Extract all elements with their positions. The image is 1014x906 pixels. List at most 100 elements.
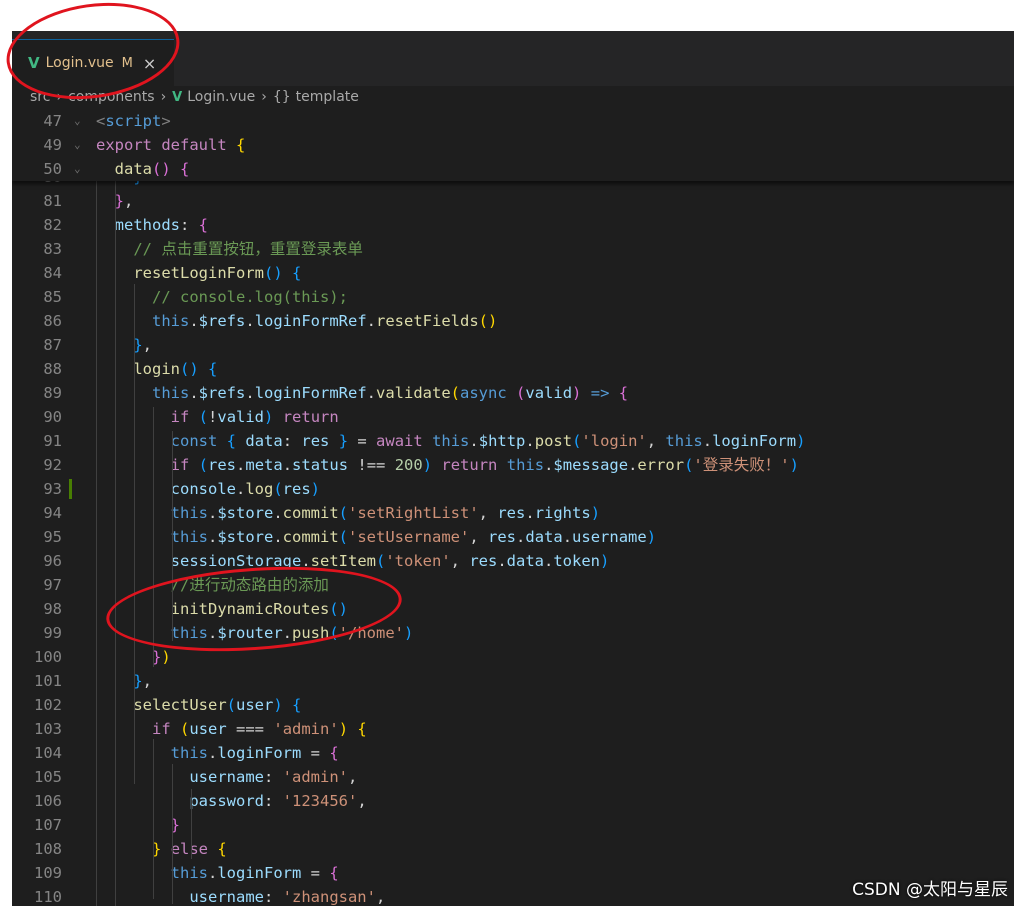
code-line[interactable]: 104 this.loginForm = { — [12, 741, 1014, 765]
code-text[interactable]: const { data: res } = await this.$http.p… — [96, 429, 806, 453]
braces-icon: {} — [272, 89, 291, 105]
line-number: 90 — [43, 408, 62, 426]
code-line[interactable]: 90 if (!valid) return — [12, 405, 1014, 429]
code-text[interactable]: resetLoginForm() { — [96, 261, 301, 285]
code-line[interactable]: 50 data() {⌄ — [12, 157, 1014, 181]
code-text[interactable]: export default { — [96, 133, 245, 157]
close-icon[interactable]: × — [143, 54, 156, 73]
code-text[interactable]: username: 'admin', — [96, 765, 357, 789]
code-line[interactable]: 83 // 点击重置按钮，重置登录表单 — [12, 237, 1014, 261]
line-number: 99 — [43, 624, 62, 642]
code-line[interactable]: 84 resetLoginForm() { — [12, 261, 1014, 285]
code-line[interactable]: 98 initDynamicRoutes() — [12, 597, 1014, 621]
line-number: 100 — [34, 648, 62, 666]
code-line[interactable]: 88 login() { — [12, 357, 1014, 381]
code-text[interactable]: this.$refs.loginFormRef.resetFields() — [96, 309, 497, 333]
code-line[interactable]: 81 }, — [12, 189, 1014, 213]
code-text[interactable]: if (!valid) return — [96, 405, 339, 429]
sticky-scroll-header: 47 <script> ⌄ 49 export default {⌄ 50 data() … — [12, 109, 1014, 181]
code-text[interactable]: password: '123456', — [96, 789, 366, 813]
code-area[interactable]: 47 <script> ⌄ 49 export default {⌄ 50 data() … — [12, 109, 1014, 906]
code-line[interactable]: 85 // console.log(this); — [12, 285, 1014, 309]
line-number: 96 — [43, 552, 62, 570]
code-line[interactable]: 47 <script> ⌄ — [12, 109, 1014, 133]
tab-login-vue[interactable]: V Login.vue M × — [12, 39, 174, 86]
breadcrumb-item-file[interactable]: Login.vue — [187, 89, 255, 105]
code-line[interactable]: 49 export default { ⌄ — [12, 133, 1014, 157]
code-text[interactable]: }, — [96, 333, 152, 357]
watermark: CSDN @太阳与星辰 — [852, 880, 1008, 900]
code-text[interactable]: this.loginForm = { — [96, 741, 339, 765]
line-number: 89 — [43, 384, 62, 402]
code-line[interactable]: 87 }, — [12, 333, 1014, 357]
line-number: 105 — [34, 768, 62, 786]
code-text[interactable]: selectUser(user) { — [96, 693, 301, 717]
tab-bar: V Login.vue M × — [12, 31, 1014, 86]
breadcrumb-item-template[interactable]: template — [296, 89, 359, 105]
code-text[interactable]: this.$refs.loginFormRef.validate(async (… — [96, 381, 628, 405]
breadcrumb: src › components › V Login.vue › {} temp… — [12, 86, 1014, 108]
code-line[interactable]: 97 //进行动态路由的添加 — [12, 573, 1014, 597]
fold-chevron-icon[interactable]: ⌄ — [74, 133, 81, 157]
vue-icon: V — [172, 89, 183, 105]
fold-chevron-icon[interactable]: ⌄ — [74, 157, 81, 181]
code-line[interactable]: 102 selectUser(user) { — [12, 693, 1014, 717]
line-number: 92 — [43, 456, 62, 474]
code-line[interactable]: 82 methods: { — [12, 213, 1014, 237]
line-number: 95 — [43, 528, 62, 546]
code-text[interactable]: this.$store.commit('setUsername', res.da… — [96, 525, 656, 549]
code-line[interactable]: 91 const { data: res } = await this.$htt… — [12, 429, 1014, 453]
code-line[interactable]: 95 this.$store.commit('setUsername', res… — [12, 525, 1014, 549]
code-line[interactable]: 100 }) — [12, 645, 1014, 669]
fold-chevron-icon[interactable]: ⌄ — [74, 109, 81, 133]
code-line[interactable]: 105 username: 'admin', — [12, 765, 1014, 789]
code-text[interactable]: console.log(res) — [96, 477, 320, 501]
code-text[interactable]: // 点击重置按钮，重置登录表单 — [96, 237, 363, 261]
line-number: 85 — [43, 288, 62, 306]
line-number: 108 — [34, 840, 62, 858]
line-number: 83 — [43, 240, 62, 258]
git-modified-indicator — [69, 479, 72, 499]
code-line[interactable]: 94 this.$store.commit('setRightList', re… — [12, 501, 1014, 525]
breadcrumb-item-src[interactable]: src — [30, 89, 50, 105]
code-line[interactable]: 108 } else { — [12, 837, 1014, 861]
modified-badge: M — [121, 55, 133, 71]
code-line[interactable]: 93 console.log(res) — [12, 477, 1014, 501]
chevron-right-icon: › — [261, 89, 267, 105]
code-text[interactable]: if (user === 'admin') { — [96, 717, 367, 741]
code-text[interactable]: username: 'zhangsan', — [96, 885, 385, 906]
indent-guide — [134, 284, 135, 784]
indent-guide — [115, 109, 116, 906]
code-line[interactable]: 101 }, — [12, 669, 1014, 693]
tab-file-name: Login.vue — [45, 55, 114, 71]
line-number: 86 — [43, 312, 62, 330]
code-text[interactable]: //进行动态路由的添加 — [96, 573, 329, 597]
code-line[interactable]: 86 this.$refs.loginFormRef.resetFields() — [12, 309, 1014, 333]
code-line[interactable]: 89 this.$refs.loginFormRef.validate(asyn… — [12, 381, 1014, 405]
code-line[interactable]: 103 if (user === 'admin') { — [12, 717, 1014, 741]
code-text[interactable]: this.loginForm = { — [96, 861, 339, 885]
chevron-right-icon: › — [160, 89, 167, 105]
code-text[interactable]: sessionStorage.setItem('token', res.data… — [96, 549, 610, 573]
code-text[interactable]: } — [96, 813, 180, 837]
code-editor: V Login.vue M × src › components › V Log… — [12, 31, 1014, 906]
code-line[interactable]: 92 if (res.meta.status !== 200) return t… — [12, 453, 1014, 477]
line-number: 49 — [43, 136, 62, 154]
code-line[interactable]: 107 } — [12, 813, 1014, 837]
code-text[interactable]: data() { — [96, 157, 190, 181]
code-text[interactable]: <script> — [96, 109, 171, 133]
code-line[interactable]: 99 this.$router.push('/home') — [12, 621, 1014, 645]
breadcrumb-item-components[interactable]: components — [68, 89, 155, 105]
code-text[interactable]: }, — [96, 669, 152, 693]
line-number: 88 — [43, 360, 62, 378]
code-text[interactable]: methods: { — [96, 213, 208, 237]
line-number: 47 — [43, 112, 62, 130]
indent-guide — [172, 431, 173, 641]
line-number: 106 — [34, 792, 62, 810]
code-text[interactable]: if (res.meta.status !== 200) return this… — [96, 453, 799, 477]
line-number: 91 — [43, 432, 62, 450]
code-line[interactable]: 106 password: '123456', — [12, 789, 1014, 813]
code-line[interactable]: 96 sessionStorage.setItem('token', res.d… — [12, 549, 1014, 573]
code-text[interactable]: this.$router.push('/home') — [96, 621, 414, 645]
line-number: 87 — [43, 336, 62, 354]
